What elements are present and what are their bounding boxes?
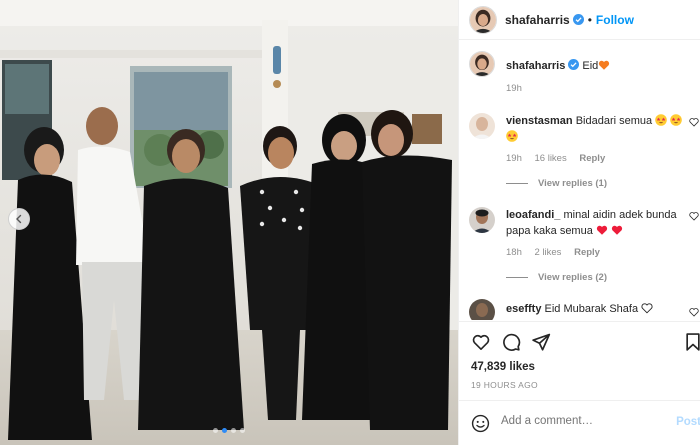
- author-avatar[interactable]: [469, 51, 495, 77]
- reply-button[interactable]: Reply: [574, 247, 600, 258]
- comment-text: Eid Mubarak Shafa: [544, 303, 639, 315]
- like-comment-heart-icon[interactable]: [689, 307, 699, 317]
- comment-input[interactable]: [501, 415, 671, 427]
- carousel-prev-button[interactable]: [8, 208, 30, 230]
- red-heart-emoji: [596, 225, 608, 235]
- verified-badge-icon: [572, 14, 584, 25]
- carousel-dot: [231, 428, 236, 433]
- commenter-avatar[interactable]: [469, 207, 495, 233]
- view-replies-line: [506, 183, 528, 184]
- heart-icon: [472, 334, 490, 350]
- carousel-indicator: [0, 428, 458, 433]
- follow-button[interactable]: Follow: [596, 13, 634, 27]
- view-replies-label: View replies (2): [538, 272, 607, 283]
- like-comment-heart-icon[interactable]: [689, 117, 699, 127]
- carousel-dot: [222, 428, 227, 433]
- post-header: shafaharris • Follow: [459, 0, 700, 40]
- comment-username[interactable]: vienstasman: [506, 115, 573, 127]
- bookmark-icon: [686, 333, 700, 351]
- view-replies-button[interactable]: View replies (1): [506, 178, 607, 189]
- comment-likes[interactable]: 2 likes: [535, 247, 562, 258]
- comment-button[interactable]: [501, 332, 521, 352]
- carousel-dot: [213, 428, 218, 433]
- smile-icon[interactable]: [471, 414, 490, 433]
- group-photo-image: [0, 0, 458, 445]
- comment-age: 18h: [506, 247, 522, 258]
- comment-age: 19h: [506, 153, 522, 164]
- comment-text: Bidadari semua: [575, 115, 653, 127]
- reply-button[interactable]: Reply: [579, 153, 605, 164]
- orange-heart-emoji: [599, 60, 610, 70]
- caption-username[interactable]: shafaharris: [506, 60, 565, 72]
- comment-likes[interactable]: 16 likes: [535, 153, 567, 164]
- like-comment-heart-icon[interactable]: [689, 211, 699, 221]
- chevron-left-icon: [16, 214, 22, 224]
- view-replies-button[interactable]: View replies (2): [506, 272, 607, 283]
- carousel-dot: [240, 428, 245, 433]
- post-photo[interactable]: [0, 0, 458, 445]
- comments-list[interactable]: shafaharris Eid 19h vienstasman Bidadari…: [459, 41, 700, 320]
- post-timestamp: 19 HOURS AGO: [471, 380, 538, 390]
- post-comment-button[interactable]: Post: [676, 416, 700, 428]
- save-button[interactable]: [683, 332, 700, 352]
- star-struck-emoji: [670, 114, 683, 126]
- share-icon: [532, 333, 551, 351]
- comment-composer: Post: [459, 400, 700, 445]
- comment-username[interactable]: eseffty: [506, 303, 541, 315]
- author-avatar[interactable]: [469, 5, 497, 34]
- post-details-panel: shafaharris • Follow shafaharris Eid 19h…: [458, 0, 700, 445]
- caption-age: 19h: [506, 83, 522, 94]
- white-heart-emoji: [641, 303, 653, 314]
- comment-username[interactable]: leoafandi_: [506, 209, 560, 221]
- likes-count[interactable]: 47,839 likes: [471, 361, 535, 373]
- view-replies-label: View replies (1): [538, 178, 607, 189]
- caption-text: Eid: [582, 60, 599, 72]
- post-action-bar: [459, 321, 700, 361]
- comment-icon: [503, 333, 521, 351]
- commenter-avatar[interactable]: [469, 299, 495, 320]
- view-replies-line: [506, 277, 528, 278]
- like-button[interactable]: [471, 332, 491, 352]
- star-struck-emoji: [655, 114, 668, 126]
- share-button[interactable]: [531, 332, 551, 352]
- verified-badge-icon: [568, 59, 580, 70]
- red-heart-emoji: [611, 225, 623, 235]
- star-struck-emoji: [506, 130, 518, 142]
- separator-dot: •: [587, 12, 592, 27]
- commenter-avatar[interactable]: [469, 113, 495, 139]
- author-username[interactable]: shafaharris: [505, 13, 570, 27]
